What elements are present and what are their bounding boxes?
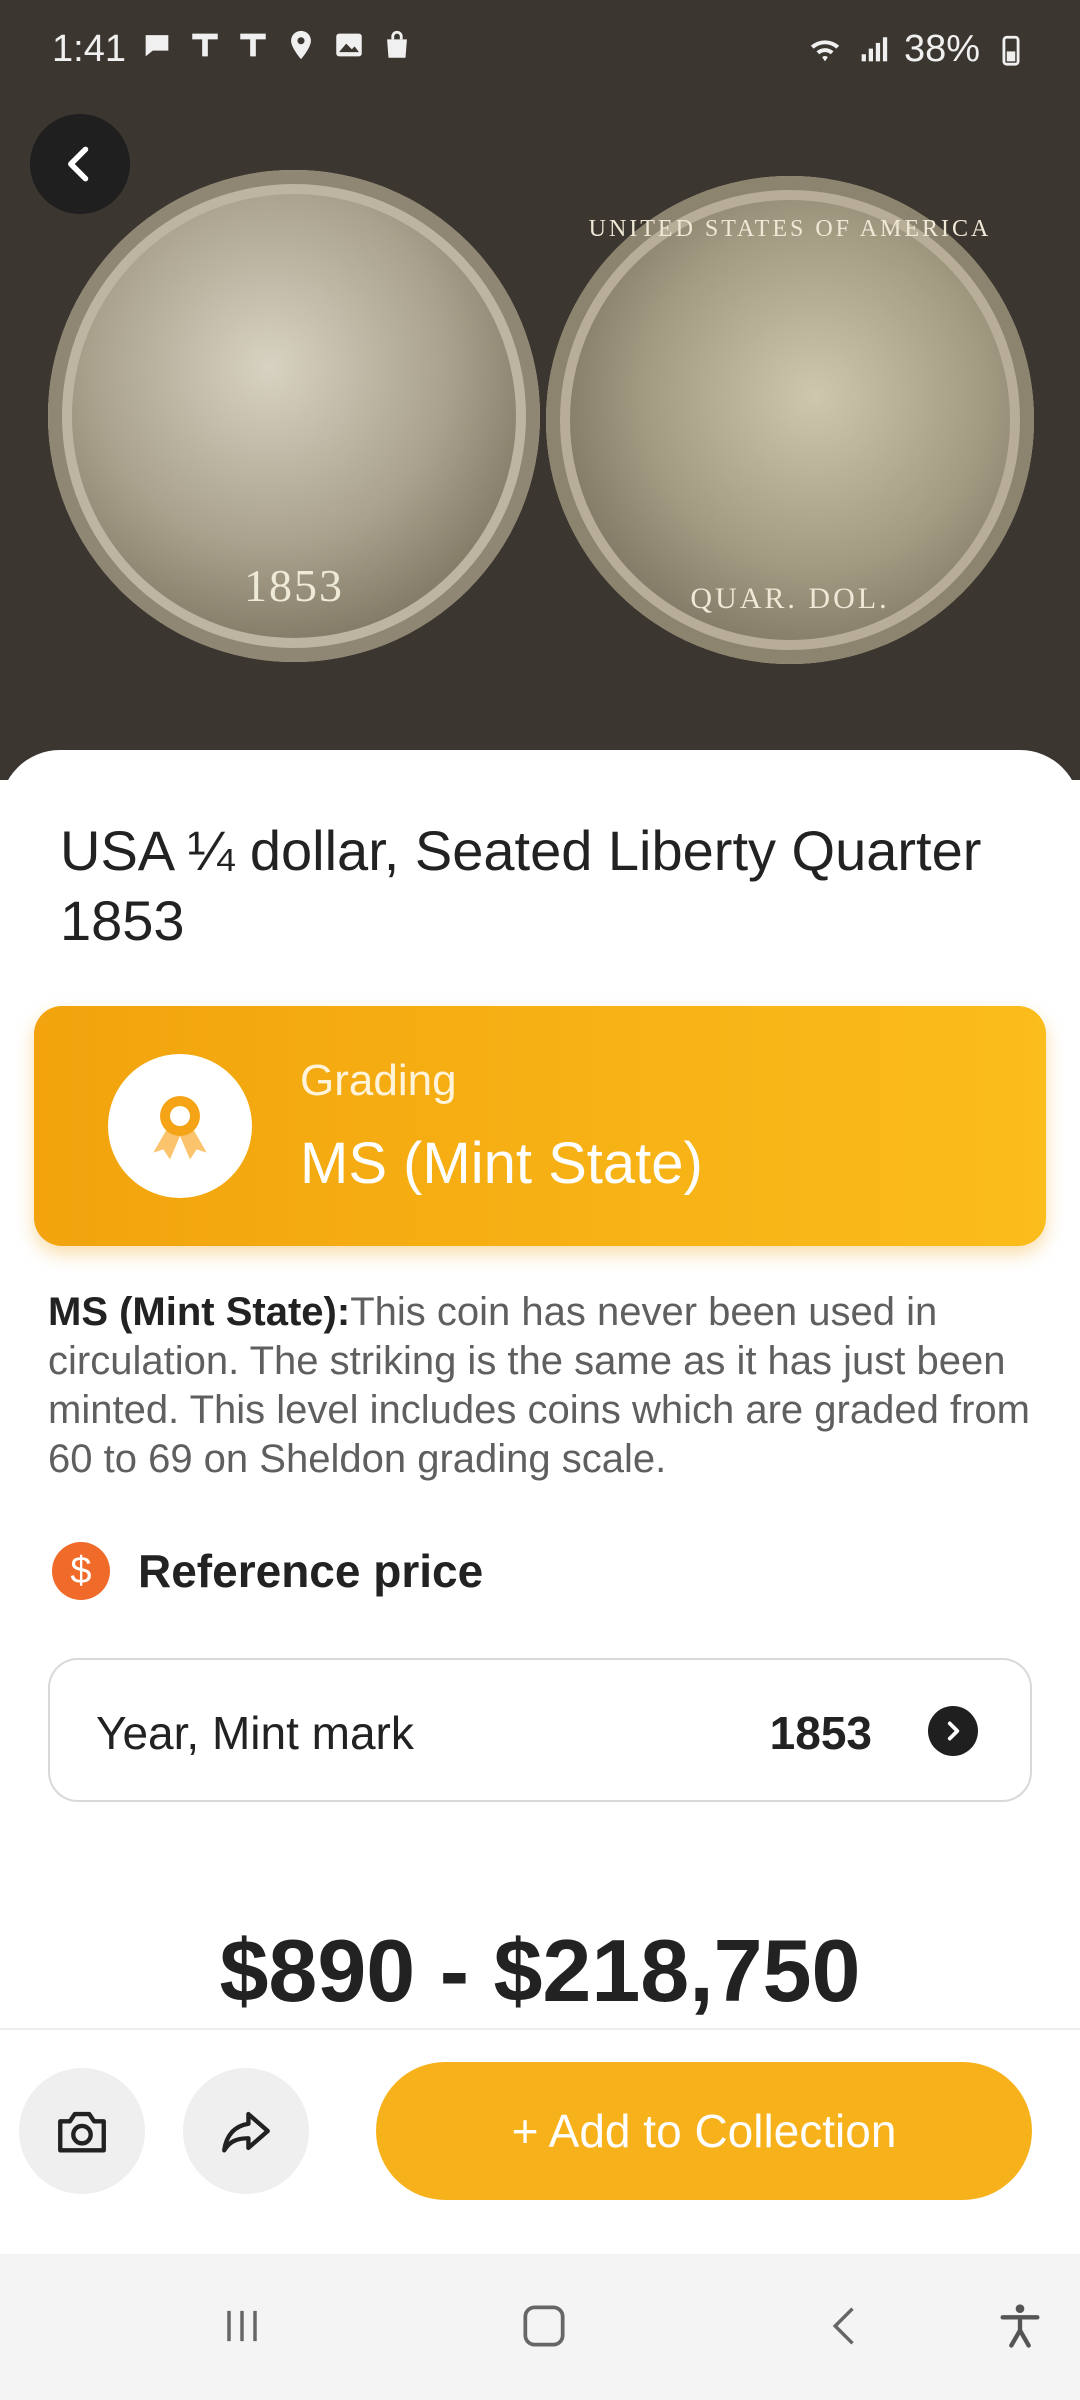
medal-icon: [153, 1096, 207, 1160]
status-time: 1:41: [52, 28, 126, 70]
system-navigation-bar: [0, 2254, 1080, 2400]
coin-legend: UNITED STATES OF AMERICA: [588, 216, 992, 242]
coin-reverse-image: UNITED STATES OF AMERICA QUAR. DOL.: [546, 176, 1034, 664]
home-icon: [523, 2305, 565, 2347]
signal-icon: [861, 36, 888, 61]
nav-back-icon: [832, 2307, 854, 2345]
system-status: 38%: [808, 28, 1028, 71]
carrier-t-icon: [192, 33, 218, 57]
accessibility-button[interactable]: [988, 2294, 1052, 2358]
coin-detail-sheet: USA ¼ dollar, Seated Liberty Quarter 185…: [0, 750, 1080, 2030]
nav-back-button[interactable]: [814, 2294, 878, 2358]
recent-apps-button[interactable]: [210, 2294, 274, 2358]
image-icon: [336, 33, 362, 57]
grading-badge: [108, 1054, 252, 1198]
share-button[interactable]: [183, 2068, 309, 2194]
reference-price-range: $890 - $218,750: [219, 1921, 861, 2020]
wifi-icon: [810, 39, 840, 61]
camera-icon: [58, 2111, 106, 2153]
grading-term: MS (Mint State):: [48, 1290, 351, 1334]
dollar-icon: $: [52, 1542, 110, 1600]
camera-button[interactable]: [19, 2068, 145, 2194]
coin-image-hero: 1853 UNITED STATES OF AMERICA QUAR. DOL.…: [0, 0, 1080, 780]
grading-label: Grading: [300, 1056, 457, 1105]
accessibility-icon: [1000, 2304, 1040, 2348]
reference-price-title: Reference price: [138, 1545, 484, 1597]
chevron-right-icon: [928, 1706, 978, 1756]
shopping-bag-icon: [387, 30, 407, 58]
bottom-action-bar: + Add to Collection: [0, 2028, 1080, 2254]
coin-title: USA ¼ dollar, Seated Liberty Quarter 185…: [60, 819, 982, 952]
back-arrow-icon: [68, 146, 89, 182]
battery-percent: 38%: [903, 28, 980, 70]
grading-card: Grading MS (Mint State): [34, 1006, 1046, 1246]
grading-value: MS (Mint State): [300, 1131, 703, 1196]
add-to-collection-button[interactable]: + Add to Collection: [376, 2062, 1032, 2200]
grading-description: MS (Mint State):This coin has never been…: [48, 1288, 1038, 1484]
share-icon: [222, 2111, 270, 2153]
battery-icon: [1002, 35, 1020, 66]
recent-apps-icon: [227, 2310, 257, 2342]
coin-obverse-image: 1853: [48, 170, 540, 662]
year-mint-mark-label: Year, Mint mark: [96, 1707, 414, 1759]
coin-date: 1853: [244, 560, 344, 611]
message-icon: [145, 35, 169, 57]
year-mint-mark-value: 1853: [769, 1707, 872, 1759]
home-button[interactable]: [512, 2294, 576, 2358]
coin-denomination: QUAR. DOL.: [690, 582, 890, 615]
notification-icons: [140, 28, 414, 62]
back-button[interactable]: [30, 114, 130, 214]
carrier-t-icon: [240, 33, 266, 57]
location-icon: [291, 30, 311, 60]
year-mint-mark-selector[interactable]: Year, Mint mark 1853: [48, 1658, 1032, 1802]
status-bar: 1:41 38%: [0, 0, 1080, 100]
